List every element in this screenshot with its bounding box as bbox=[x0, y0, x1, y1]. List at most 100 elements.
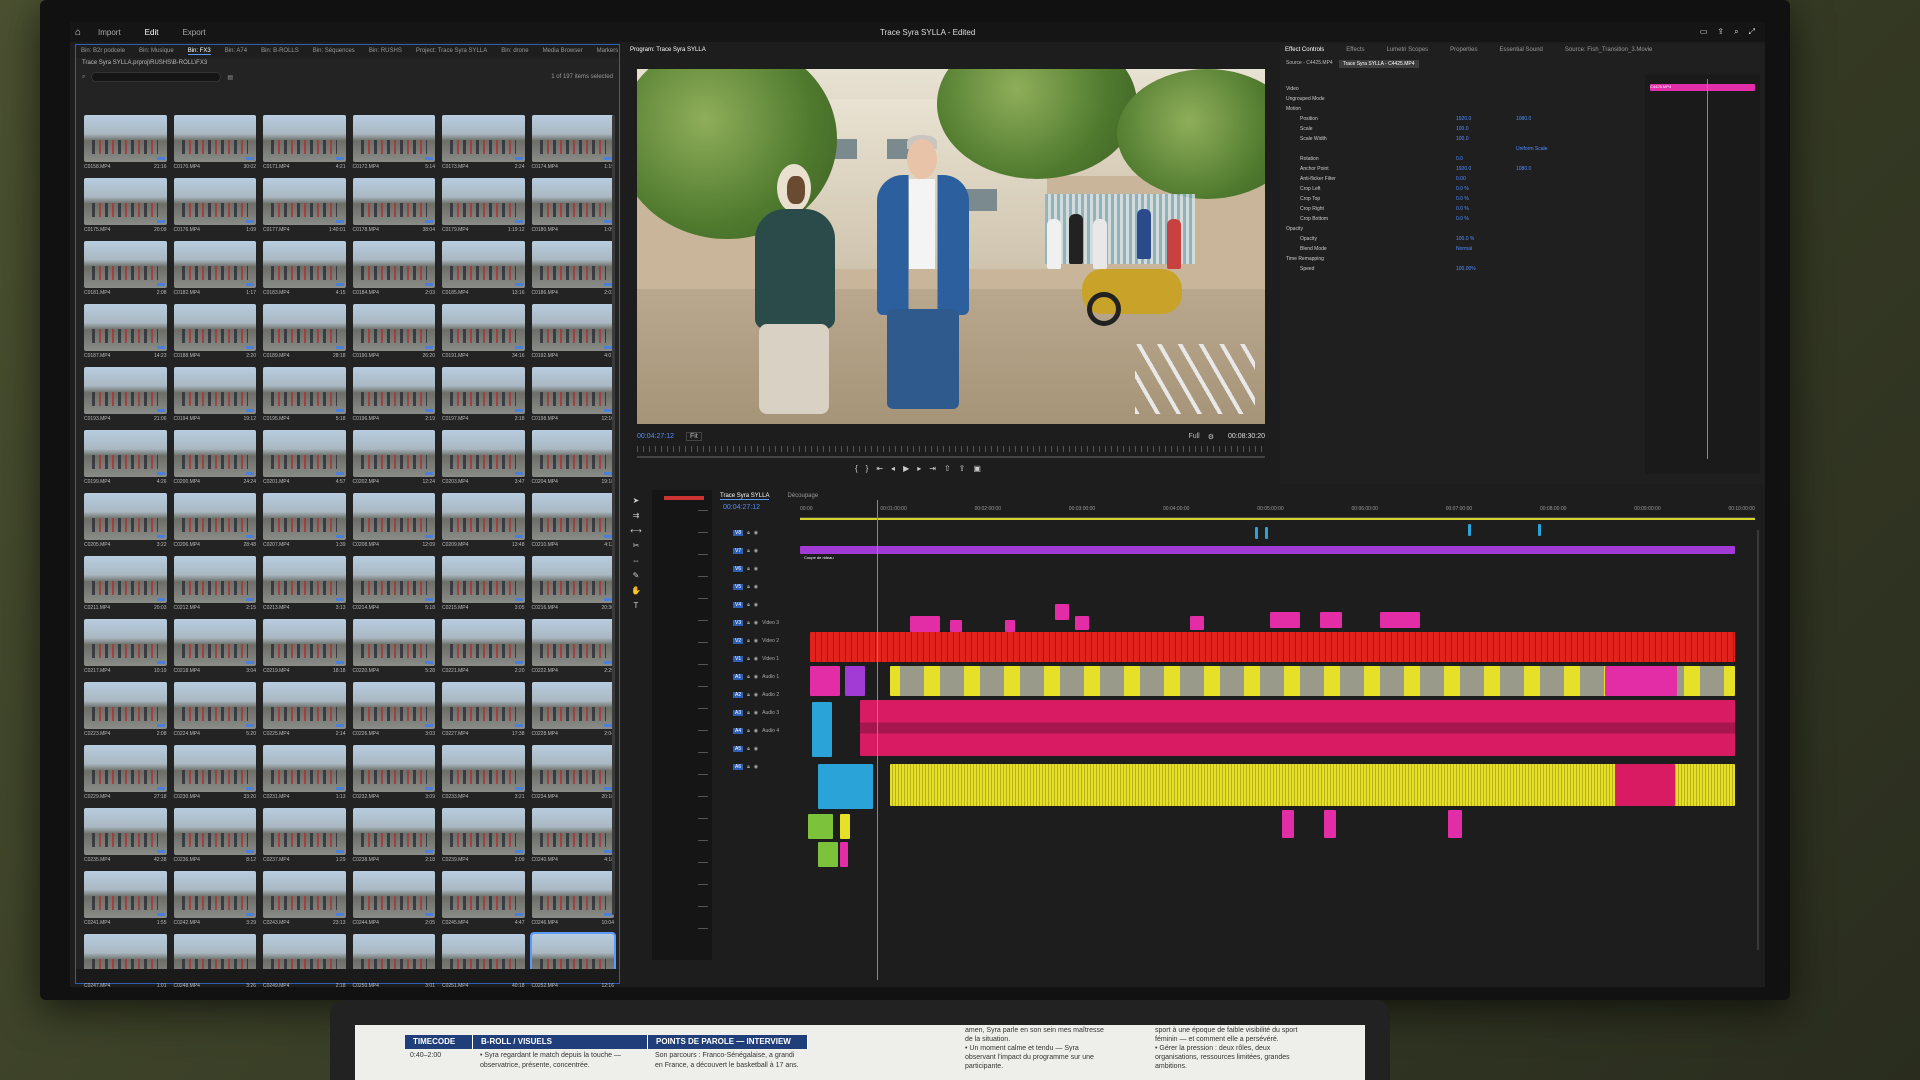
resolution-select[interactable]: Full bbox=[1188, 433, 1199, 440]
lock-icon[interactable]: 🔒︎ bbox=[747, 584, 750, 590]
parameter-value-2[interactable]: 1080.0 bbox=[1516, 116, 1531, 122]
eye-icon[interactable]: ◉ bbox=[754, 746, 758, 752]
audio-2-clips[interactable] bbox=[890, 764, 1735, 806]
lock-icon[interactable]: 🔒︎ bbox=[747, 566, 750, 572]
track-header-v1[interactable]: V1 🔒︎ ◉ Video 1 bbox=[715, 650, 800, 668]
type-tool-icon[interactable]: T bbox=[634, 601, 639, 610]
clip-thumbnail[interactable]: C0242.MP4 3:29 bbox=[173, 871, 256, 934]
music-clip[interactable] bbox=[860, 700, 1735, 756]
project-tab[interactable]: Project: Trace Syra SYLLA bbox=[416, 48, 487, 55]
clip-thumbnail[interactable]: C0184.MP4 2:03 bbox=[352, 241, 435, 304]
track-label[interactable]: A6 bbox=[733, 764, 744, 770]
audio-4-clip[interactable] bbox=[840, 842, 848, 867]
lock-icon[interactable]: 🔒︎ bbox=[747, 728, 750, 734]
clip-thumbnail[interactable]: C0245.MP4 4:47 bbox=[442, 871, 525, 934]
clip-thumbnail[interactable]: C0239.MP4 2:09 bbox=[442, 808, 525, 871]
track-header-a2[interactable]: A2 🔒︎ ◉ Audio 2 bbox=[715, 686, 800, 704]
marker[interactable] bbox=[1265, 527, 1268, 539]
audio-4-clip[interactable] bbox=[808, 814, 833, 839]
lock-icon[interactable]: 🔒︎ bbox=[747, 746, 750, 752]
clip-thumbnail[interactable]: C0230.MP4 33:20 bbox=[173, 745, 256, 808]
clip-thumbnail[interactable]: C0221.MP4 2:20 bbox=[442, 619, 525, 682]
eye-icon[interactable]: ◉ bbox=[754, 710, 758, 716]
clip-thumbnail[interactable]: C0214.MP4 5:18 bbox=[352, 556, 435, 619]
audio-2-clip[interactable] bbox=[818, 764, 873, 809]
clip-thumbnail[interactable]: C0218.MP4 3:04 bbox=[173, 619, 256, 682]
effect-parameter-row[interactable]: Opacity 100.0 % bbox=[1286, 234, 1641, 244]
clip-thumbnail[interactable]: C0178.MP4 38:04 bbox=[352, 178, 435, 241]
play-icon[interactable]: ▶ bbox=[903, 464, 909, 473]
eye-icon[interactable]: ◉ bbox=[754, 764, 758, 770]
adjustment-layer-clip[interactable]: Coupe de rideau bbox=[800, 546, 1735, 560]
clip-thumbnail[interactable]: C0201.MP4 4:57 bbox=[263, 430, 346, 493]
export-frame-icon[interactable]: ▣ bbox=[973, 464, 981, 473]
lock-icon[interactable]: 🔒︎ bbox=[747, 674, 750, 680]
hand-tool-icon[interactable]: ✋ bbox=[631, 586, 641, 595]
eye-icon[interactable]: ◉ bbox=[754, 602, 758, 608]
clip-thumbnail[interactable]: C0177.MP4 1:40:01 bbox=[263, 178, 346, 241]
clip-thumbnail[interactable]: C0213.MP4 3:13 bbox=[263, 556, 346, 619]
timeline-playhead[interactable] bbox=[877, 500, 878, 980]
effects-tab[interactable]: Properties bbox=[1450, 47, 1477, 53]
project-tab[interactable]: Bin: drone bbox=[501, 48, 528, 55]
clip-thumbnail[interactable]: C0217.MP4 10:19 bbox=[84, 619, 167, 682]
clip-thumbnail[interactable]: C0210.MP4 4:12 bbox=[531, 493, 614, 556]
parameter-value[interactable]: 100.0 bbox=[1456, 136, 1516, 142]
parameter-value[interactable]: 100.0 % bbox=[1456, 236, 1516, 242]
clip-thumbnail[interactable]: C0211.MP4 20:03 bbox=[84, 556, 167, 619]
track-label[interactable]: A2 bbox=[733, 692, 744, 698]
clip-thumbnail[interactable]: C0246.MP4 10:04 bbox=[531, 871, 614, 934]
go-to-in-icon[interactable]: ⇤ bbox=[876, 464, 883, 473]
effect-timeline-clip[interactable]: C4425.MP4 bbox=[1650, 84, 1755, 91]
marker[interactable] bbox=[1468, 524, 1471, 536]
clip-thumbnail[interactable]: C0172.MP4 5:14 bbox=[352, 115, 435, 178]
clip-thumbnail[interactable]: C0176.MP4 1:09 bbox=[173, 178, 256, 241]
eye-icon[interactable]: ◉ bbox=[754, 548, 758, 554]
mark-in-icon[interactable]: { bbox=[855, 464, 858, 473]
clip-thumbnail[interactable]: C0203.MP4 3:47 bbox=[442, 430, 525, 493]
parameter-value[interactable]: 0.0 % bbox=[1456, 196, 1516, 202]
effect-parameter-row[interactable]: Position 1920.0 1080.0 bbox=[1286, 114, 1641, 124]
clip-thumbnail[interactable]: C0180.MP4 1:09 bbox=[531, 178, 614, 241]
clip-thumbnail[interactable]: C0243.MP4 23:13 bbox=[263, 871, 346, 934]
parameter-value[interactable]: 0.0 % bbox=[1456, 216, 1516, 222]
parameter-value[interactable]: 100.0 bbox=[1456, 126, 1516, 132]
project-tab[interactable]: Bin: B-ROLLS bbox=[261, 48, 299, 55]
tab-sequence-decoupage[interactable]: Découpage bbox=[787, 493, 818, 500]
clip-thumbnail[interactable]: C0215.MP4 3:05 bbox=[442, 556, 525, 619]
eye-icon[interactable]: ◉ bbox=[754, 692, 758, 698]
effect-parameter-row[interactable]: Speed 100.00% bbox=[1286, 264, 1641, 274]
project-tab[interactable]: Bin: RUSHS bbox=[369, 48, 402, 55]
clip-thumbnail[interactable]: C0226.MP4 3:03 bbox=[352, 682, 435, 745]
graphics-clip[interactable] bbox=[950, 620, 962, 632]
track-label[interactable]: V5 bbox=[733, 584, 744, 590]
track-header-v6[interactable]: V6 🔒︎ ◉ bbox=[715, 560, 800, 578]
extract-icon[interactable]: ⇪ bbox=[959, 464, 966, 473]
marker[interactable] bbox=[1538, 524, 1541, 536]
track-label[interactable]: V4 bbox=[733, 602, 744, 608]
project-tab[interactable]: Bin: Séquences bbox=[313, 48, 355, 55]
effect-parameter-row[interactable]: Crop Right 0.0 % bbox=[1286, 204, 1641, 214]
clip-thumbnail[interactable]: C0236.MP4 8:12 bbox=[173, 808, 256, 871]
clip-thumbnail[interactable]: C0197.MP4 2:18 bbox=[442, 367, 525, 430]
project-tab[interactable]: Bin: Musique bbox=[139, 48, 174, 55]
audio-1-clip[interactable] bbox=[812, 702, 832, 757]
video-1-clip[interactable] bbox=[810, 666, 840, 696]
effect-parameter-row[interactable]: Crop Bottom 0.0 % bbox=[1286, 214, 1641, 224]
clip-thumbnail[interactable]: C0216.MP4 20:30 bbox=[531, 556, 614, 619]
audio-3-clip[interactable] bbox=[1448, 810, 1462, 838]
track-label[interactable]: A1 bbox=[733, 674, 744, 680]
eye-icon[interactable]: ◉ bbox=[754, 530, 758, 536]
effect-playhead[interactable] bbox=[1707, 79, 1708, 459]
effects-tab[interactable]: Effect Controls bbox=[1285, 47, 1324, 53]
track-label[interactable]: V8 bbox=[733, 530, 744, 536]
mode-edit[interactable]: Edit bbox=[133, 28, 171, 37]
search-icon[interactable]: ⌕ bbox=[1734, 27, 1738, 37]
clip-thumbnail[interactable]: C0173.MP4 2:24 bbox=[442, 115, 525, 178]
audio-4-clip[interactable] bbox=[840, 814, 850, 839]
parameter-value[interactable]: 0.0 % bbox=[1456, 186, 1516, 192]
clip-thumbnail[interactable]: C0224.MP4 5:20 bbox=[173, 682, 256, 745]
clip-thumbnail[interactable]: C0183.MP4 4:15 bbox=[263, 241, 346, 304]
clip-thumbnail[interactable]: C0207.MP4 1:39 bbox=[263, 493, 346, 556]
clip-thumbnail[interactable]: C0198.MP4 12:16 bbox=[531, 367, 614, 430]
